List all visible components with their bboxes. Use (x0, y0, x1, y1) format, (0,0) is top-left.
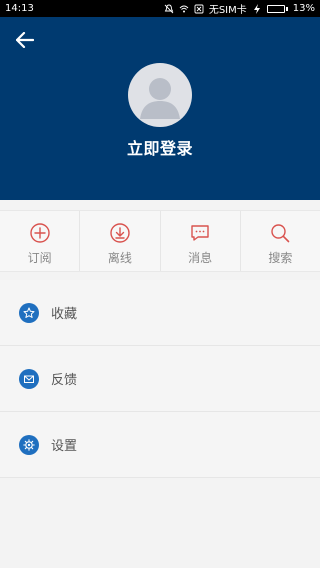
avatar[interactable] (128, 63, 192, 127)
status-bar: 14:13 无SIM卡 13% (0, 0, 320, 17)
menu-item-label: 收藏 (51, 307, 78, 322)
status-time: 14:13 (5, 3, 34, 14)
quick-actions: 订阅 离线 消息 搜索 (0, 210, 320, 272)
search-icon (271, 224, 290, 243)
message-icon (191, 225, 209, 241)
arrow-left-icon (16, 32, 34, 48)
action-search[interactable]: 搜索 (241, 211, 320, 271)
login-link[interactable]: 立即登录 (0, 135, 320, 159)
back-button[interactable] (12, 27, 38, 53)
menu-item-settings[interactable]: 设置 (0, 412, 320, 478)
wifi-icon (179, 5, 189, 12)
action-label: 订阅 (27, 251, 52, 265)
mail-icon (19, 368, 39, 389)
menu-item-feedback[interactable]: 反馈 (0, 346, 320, 412)
menu-list: 收藏 反馈 设置 (0, 280, 320, 478)
menu-item-favorites[interactable]: 收藏 (0, 280, 320, 346)
no-sim-icon (194, 4, 204, 13)
carrier-label: 无SIM卡 (208, 5, 247, 16)
action-offline[interactable]: 离线 (80, 211, 161, 271)
status-right: 无SIM卡 13% (164, 1, 315, 16)
default-avatar-icon (140, 78, 180, 119)
mute-bell-icon (164, 4, 174, 13)
action-subscribe[interactable]: 订阅 (0, 211, 81, 271)
profile-header: 立即登录 (0, 17, 320, 200)
menu-item-label: 设置 (51, 439, 78, 454)
star-icon (19, 302, 39, 323)
plus-circle-icon (29, 223, 50, 243)
download-circle-icon (110, 223, 130, 243)
charging-icon (253, 3, 260, 14)
action-label: 消息 (188, 251, 213, 265)
action-label: 离线 (107, 251, 132, 265)
action-label: 搜索 (268, 251, 293, 265)
gear-icon (19, 434, 39, 455)
battery-icon (266, 4, 288, 13)
menu-item-label: 反馈 (51, 373, 78, 388)
battery-percent: 13% (292, 3, 315, 14)
action-messages[interactable]: 消息 (161, 211, 241, 271)
